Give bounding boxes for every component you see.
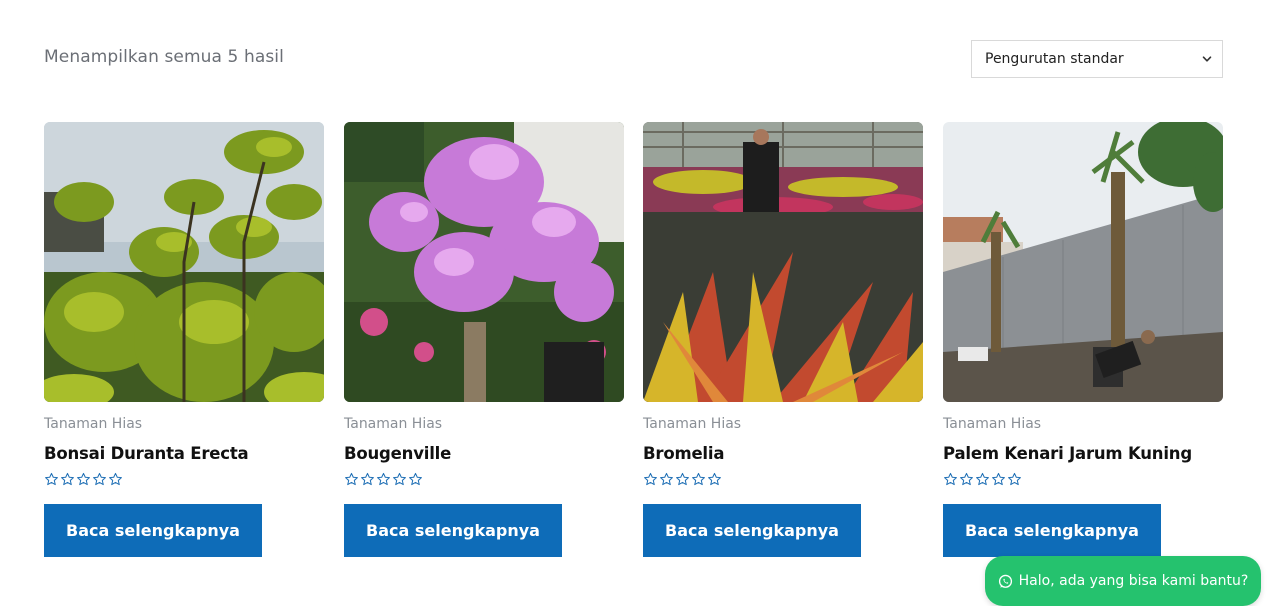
read-more-button[interactable]: Baca selengkapnya — [344, 504, 562, 557]
product-title[interactable]: Bromelia — [643, 444, 923, 466]
product-category[interactable]: Tanaman Hias — [344, 416, 624, 434]
star-icon — [361, 472, 374, 486]
product-card: Tanaman Hias Bougenville Baca selengkapn… — [344, 122, 624, 557]
sort-dropdown[interactable]: Pengurutan standar — [971, 40, 1223, 78]
result-count: Menampilkan semua 5 hasil — [44, 47, 284, 67]
rating-stars — [344, 472, 624, 488]
product-image[interactable] — [643, 122, 923, 402]
product-category[interactable]: Tanaman Hias — [44, 416, 324, 434]
product-title[interactable]: Palem Kenari Jarum Kuning — [943, 444, 1223, 466]
star-icon — [960, 472, 973, 486]
star-icon — [77, 472, 90, 486]
product-image[interactable] — [44, 122, 324, 402]
rating-stars — [44, 472, 324, 488]
star-icon — [45, 472, 58, 486]
chat-label: Halo, ada yang bisa kami bantu? — [1018, 573, 1249, 589]
star-icon — [345, 472, 358, 486]
product-card: Tanaman Hias Bonsai Duranta Erecta Baca … — [44, 122, 324, 557]
star-icon — [944, 472, 957, 486]
star-icon — [644, 472, 657, 486]
star-icon — [976, 472, 989, 486]
star-icon — [992, 472, 1005, 486]
star-icon — [676, 472, 689, 486]
star-icon — [377, 472, 390, 486]
star-icon — [393, 472, 406, 486]
sort-dropdown-label: Pengurutan standar — [985, 51, 1124, 67]
chevron-down-icon — [1202, 56, 1212, 62]
star-icon — [1008, 472, 1021, 486]
read-more-button[interactable]: Baca selengkapnya — [943, 504, 1161, 557]
star-icon — [708, 472, 721, 486]
whatsapp-chat-button[interactable]: Halo, ada yang bisa kami bantu? — [985, 556, 1261, 606]
star-icon — [93, 472, 106, 486]
read-more-button[interactable]: Baca selengkapnya — [44, 504, 262, 557]
rating-stars — [943, 472, 1223, 488]
star-icon — [61, 472, 74, 486]
star-icon — [109, 472, 122, 486]
star-icon — [409, 472, 422, 486]
product-category[interactable]: Tanaman Hias — [943, 416, 1223, 434]
product-image[interactable] — [943, 122, 1223, 402]
read-more-button[interactable]: Baca selengkapnya — [643, 504, 861, 557]
product-image[interactable] — [344, 122, 624, 402]
product-title[interactable]: Bonsai Duranta Erecta — [44, 444, 324, 466]
product-category[interactable]: Tanaman Hias — [643, 416, 923, 434]
product-title[interactable]: Bougenville — [344, 444, 624, 466]
product-card: Tanaman Hias Palem Kenari Jarum Kuning B… — [943, 122, 1223, 557]
product-card: Tanaman Hias Bromelia Baca selengkapnya — [643, 122, 923, 557]
rating-stars — [643, 472, 923, 488]
star-icon — [692, 472, 705, 486]
whatsapp-icon — [998, 574, 1012, 588]
star-icon — [660, 472, 673, 486]
